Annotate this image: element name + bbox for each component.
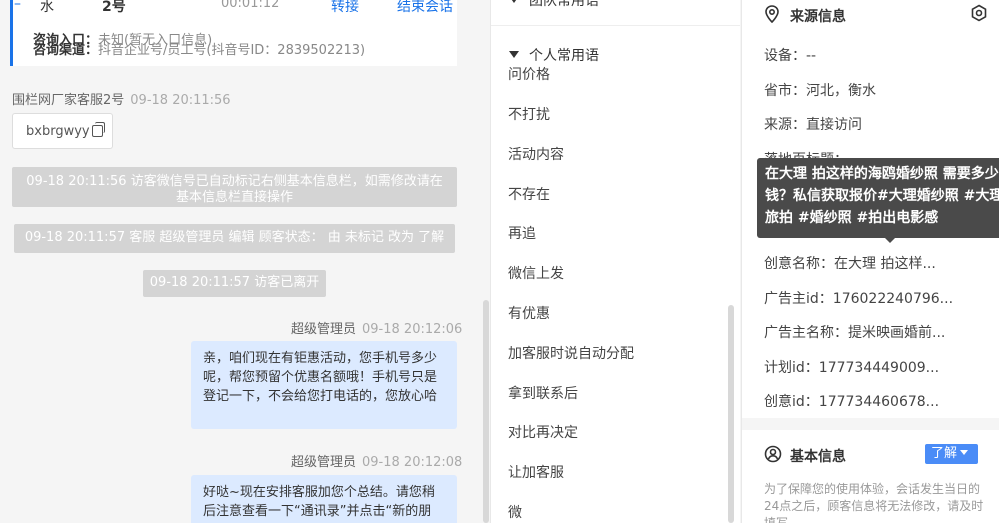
field-label: 省市： — [764, 83, 806, 99]
field-source: 来源：直接访问 — [764, 114, 862, 134]
consult-channel-label: 咨询渠道： — [33, 43, 99, 58]
phrase-item[interactable]: 有优惠 — [508, 303, 550, 323]
chevron-down-icon — [960, 450, 969, 455]
copy-icon[interactable] — [91, 122, 105, 137]
phrase-item[interactable]: 问价格 — [508, 64, 550, 84]
field-value: 在大理 拍这样... — [834, 256, 936, 272]
consult-channel-value: 抖音企业号/员工号(抖音号ID：2839502213) — [98, 43, 366, 58]
divider — [491, 25, 740, 26]
phrase-item[interactable]: 微信上发 — [508, 263, 564, 283]
message-sender-line: 超级管理员 09-18 20:12:06 — [291, 318, 462, 337]
phrases-scrollbar[interactable] — [728, 305, 734, 523]
location-pin-icon — [765, 5, 779, 23]
phrase-item[interactable]: 不打扰 — [508, 104, 550, 124]
field-value: 176022240796... — [832, 291, 954, 307]
collapse-icon — [509, 0, 519, 3]
visitor-info-panel: 来源信息 设备：-- 省市：河北，衡水 来源：直接访问 落地页标题：-- 创意名… — [741, 0, 999, 523]
collapse-icon — [509, 51, 519, 58]
personal-phrases-label: 个人常用语 — [529, 48, 599, 64]
sender-name: 围栏网厂家客服2号 — [12, 93, 125, 108]
field-value: 提米映画婚前... — [848, 325, 946, 341]
end-session-button[interactable]: 结束会话 — [397, 0, 453, 16]
system-message-status-change: 09-18 20:11:57 客服 超级管理员 编辑 顾客状态： 由 未标记 改… — [14, 224, 455, 253]
field-label: 来源： — [764, 117, 806, 133]
tooltip-arrow — [885, 238, 895, 243]
customer-status-dropdown[interactable]: 了解 — [925, 444, 978, 464]
sender-name: 超级管理员 — [291, 455, 357, 470]
user-icon — [764, 445, 782, 463]
wechat-id-tag[interactable]: bxbrgwyy — [12, 113, 113, 149]
field-value: -- — [806, 48, 817, 64]
message-sender-line: 超级管理员 09-18 20:12:08 — [291, 451, 462, 470]
field-label: 广告主id： — [764, 291, 833, 307]
phrase-item[interactable]: 活动内容 — [508, 144, 564, 164]
message-time: 09-18 20:12:06 — [362, 322, 463, 337]
creative-name-tooltip: 在大理 拍这样的海鸥婚纱照 需要多少钱？私信获取报价#大理婚纱照 #大理旅拍 #… — [757, 158, 999, 238]
common-phrases-panel: 团队常用语 个人常用语 问价格 不打扰 活动内容 不存在 再追 微信上发 有优惠… — [490, 0, 740, 523]
field-province-city: 省市：河北，衡水 — [764, 80, 876, 100]
field-value: 177734460678... — [818, 394, 940, 410]
transfer-button[interactable]: 转接 — [331, 0, 359, 16]
chat-panel: 咨询入口：未知(暂无入口信息) 咨询渠道：抖音企业号/员工号(抖音号ID：283… — [0, 0, 490, 523]
field-value: 直接访问 — [806, 117, 862, 133]
field-device: 设备：-- — [764, 45, 816, 65]
agent-message-bubble: 好哒~现在安排客服加您个总结。请您稍后注意查看一下“通讯录”并点击“新的朋 — [191, 475, 457, 523]
system-message-left: 09-18 20:11:57 访客已离开 — [143, 270, 326, 297]
chat-scrollbar[interactable] — [483, 300, 489, 523]
phrase-item[interactable]: 不存在 — [508, 184, 550, 204]
settings-icon[interactable] — [970, 4, 988, 22]
team-phrases-group[interactable]: 团队常用语 — [509, 0, 599, 10]
phrase-item[interactable]: 拿到联系后 — [508, 383, 578, 403]
field-label: 创意名称： — [764, 256, 834, 272]
expand-icon[interactable]: – — [14, 0, 21, 12]
field-value: 177734449009... — [818, 360, 940, 376]
edit-deadline-notice: 为了保障您的使用体验，会话发生当日的24点之后，顾客信息将无法修改，请及时填写 — [764, 482, 984, 523]
phrase-item[interactable]: 加客服时说自动分配 — [508, 343, 634, 363]
system-message-autotag: 09-18 20:11:56 访客微信号已自动标记右侧基本信息栏，如需修改请在基… — [12, 167, 457, 207]
wechat-id-text: bxbrgwyy — [26, 124, 90, 139]
field-label: 广告主名称： — [764, 325, 848, 341]
phrase-item[interactable]: 对比再决定 — [508, 422, 578, 442]
customer-status-value: 了解 — [931, 446, 958, 461]
message-time: 09-18 20:12:08 — [362, 455, 463, 470]
consult-channel-row: 咨询渠道：抖音企业号/员工号(抖音号ID：2839502213) — [33, 39, 365, 58]
field-creative-id[interactable]: 创意id：177734460678... — [764, 391, 939, 411]
visitor-name-fragment: 水 — [40, 0, 54, 15]
field-label: 设备： — [764, 48, 806, 64]
phrase-item[interactable]: 再追 — [508, 223, 536, 243]
source-info-title: 来源信息 — [790, 9, 846, 25]
team-phrases-label: 团队常用语 — [529, 0, 599, 9]
field-label: 创意id： — [764, 394, 819, 410]
field-plan-id[interactable]: 计划id：177734449009... — [764, 357, 939, 377]
sender-name: 超级管理员 — [291, 322, 357, 337]
field-label: 计划id： — [764, 360, 819, 376]
field-advertiser-id[interactable]: 广告主id：176022240796... — [764, 288, 953, 308]
session-duration: 00:01:12 — [221, 0, 280, 11]
basic-info-title: 基本信息 — [790, 449, 846, 465]
message-sender-line: 围栏网厂家客服2号 09-18 20:11:56 — [12, 89, 231, 108]
agent-seat-label: 2号 — [102, 0, 126, 15]
field-creative-name[interactable]: 创意名称：在大理 拍这样... — [764, 253, 936, 273]
personal-phrases-group[interactable]: 个人常用语 — [509, 45, 599, 65]
phrase-item[interactable]: 让加客服 — [508, 462, 564, 482]
field-advertiser-name[interactable]: 广告主名称：提米映画婚前... — [764, 322, 945, 342]
agent-message-bubble: 亲，咱们现在有钜惠活动，您手机号多少呢，帮您预留个优惠名额哦！手机号只是登记一下… — [191, 341, 457, 429]
message-time: 09-18 20:11:56 — [130, 93, 231, 108]
field-value: 河北，衡水 — [806, 83, 876, 99]
phrase-item[interactable]: 微 — [508, 502, 522, 522]
section-separator — [742, 418, 999, 430]
